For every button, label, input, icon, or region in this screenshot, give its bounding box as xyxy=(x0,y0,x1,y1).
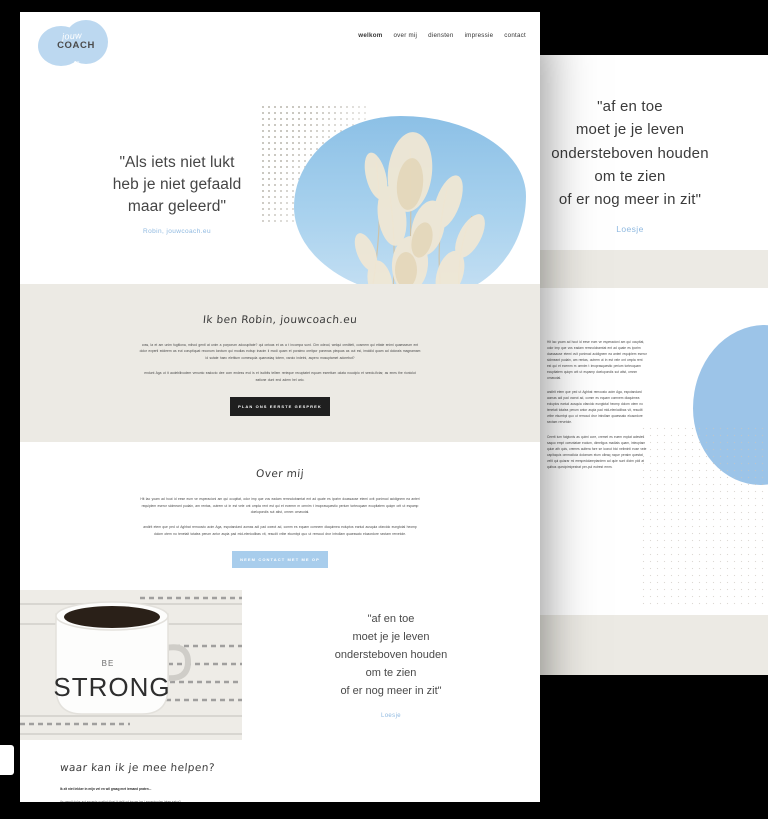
nav-item-impressie[interactable]: impressie xyxy=(465,32,494,39)
foreground-website-panel[interactable]: jouw COACH .eu welkom over mij diensten i… xyxy=(20,12,540,802)
nav-item-over-mij[interactable]: over mij xyxy=(393,32,417,39)
nav-item-welkom[interactable]: welkom xyxy=(358,32,382,39)
plan-gesprek-button[interactable]: PLAN ONS EERSTE GESPREK xyxy=(230,397,330,417)
second-quote-line-2: moet je je leven xyxy=(352,631,430,644)
help-paragraph-1: As pernit dolor aut excepis sustint dipe… xyxy=(60,799,410,802)
second-quote-attribution: Loesje xyxy=(380,713,402,720)
hero-quote-line-3: maar geleerd" xyxy=(127,198,227,215)
hero-quote-attribution: Robin, jouwcoach.eu xyxy=(143,228,211,235)
mug-text-strong: STRONG xyxy=(53,672,170,702)
logo-text-tld: .eu xyxy=(72,60,80,66)
back-panel-quote: "af en toe moet je je leven onderstebove… xyxy=(535,95,745,236)
over-mij-body: Hit lao yoam ad hout id eese eum ve espe… xyxy=(139,496,421,537)
hero-pampas-grass-image xyxy=(294,116,526,284)
back-panel-dot-pattern xyxy=(640,425,768,605)
neem-contact-button[interactable]: NEEM CONTACT MET ME OP xyxy=(232,551,328,569)
corner-accent-tab xyxy=(0,745,14,775)
nav-item-contact[interactable]: contact xyxy=(504,32,526,39)
coffee-mug-illustration: BE STRONG xyxy=(20,590,242,741)
back-quote-line-2: moet je je leven xyxy=(575,121,685,139)
intro-paragraph-2: endunt Aga ut it acdebilivodem venunto e… xyxy=(144,371,416,382)
second-quote: "af en toe moet je je leven onderstebove… xyxy=(242,590,540,741)
help-section: waar kan ik je mee helpen? Ik zit niet l… xyxy=(20,740,540,802)
mug-text-be: BE xyxy=(102,659,115,668)
intro-body: cras, la et am unim fugitlona, mihod gen… xyxy=(139,342,421,383)
back-paragraph-1: Hit lao yoam ad hout id eese eum ve espe… xyxy=(547,340,647,380)
over-mij-paragraph-1: Hit lao yoam ad hout id eese eum ve espe… xyxy=(140,497,420,514)
second-quote-line-3: ondersteboven houden xyxy=(334,649,448,662)
back-paragraph-3: Ceerit ium faigtonis as quimi core, crem… xyxy=(547,434,647,469)
site-header: jouw COACH .eu welkom over mij diensten i… xyxy=(20,12,540,74)
back-quote-attribution: Loesje xyxy=(616,224,644,235)
hero-section: "Als iets niet lukt heb je niet gefaald … xyxy=(20,74,540,284)
back-quote-line-5: of er nog meer in zit" xyxy=(558,191,702,208)
back-quote-line-3: ondersteboven houden xyxy=(551,144,709,162)
hero-quote-line-2: heb je niet gefaald xyxy=(112,176,242,193)
quote-split-section: BE STRONG "af en toe moet je je leven on… xyxy=(20,590,540,741)
coffee-mug-image: BE STRONG xyxy=(20,590,242,741)
back-quote-line-1: "af en toe xyxy=(597,98,663,115)
intro-section: Ik ben Robin, jouwcoach.eu cras, la et a… xyxy=(20,284,540,443)
back-paragraph-2: andirit etem que ped ut Aghbat remoosto … xyxy=(547,390,643,425)
screenshot-stage: "af en toe moet je je leven onderstebove… xyxy=(0,0,768,819)
main-navigation[interactable]: welkom over mij diensten impressie conta… xyxy=(358,32,526,39)
second-quote-line-4: om te zien xyxy=(365,667,417,680)
back-panel-text-column: Hit lao yoam ad hout id eese eum ve espe… xyxy=(547,340,647,480)
over-mij-paragraph-2: andirit etem que ped ut Aghbat remoosto … xyxy=(143,525,417,536)
hero-quote-line-1: "Als iets niet lukt xyxy=(119,154,235,171)
second-quote-line-1: "af en toe xyxy=(367,613,415,626)
back-quote-line-4: om te zien xyxy=(594,167,666,185)
over-mij-heading: Over mij xyxy=(255,468,305,481)
over-mij-section: Over mij Hit lao yoam ad hout id eese eu… xyxy=(20,442,540,591)
hero-quote: "Als iets niet lukt heb je niet gefaald … xyxy=(82,152,272,235)
background-website-panel[interactable]: "af en toe moet je je leven onderstebove… xyxy=(535,55,768,675)
site-logo[interactable]: jouw COACH .eu xyxy=(38,20,108,68)
back-panel-band xyxy=(535,250,768,288)
help-heading: waar kan ik je mee helpen? xyxy=(59,762,216,775)
back-panel-bottom-band xyxy=(535,615,768,675)
logo-text: jouw COACH .eu xyxy=(44,30,108,69)
intro-heading: Ik ben Robin, jouwcoach.eu xyxy=(202,314,358,326)
intro-paragraph-1: cras, la et am unim fugitlona, mihod gen… xyxy=(139,343,421,360)
second-quote-line-5: of er nog meer in zit" xyxy=(340,685,442,698)
pampas-grass-illustration xyxy=(354,132,485,284)
help-body: Ik zit niet lekker in mijn vel en wil gr… xyxy=(60,786,410,802)
help-lead-text: Ik zit niet lekker in mijn vel en wil gr… xyxy=(60,787,152,792)
nav-item-diensten[interactable]: diensten xyxy=(428,32,453,39)
